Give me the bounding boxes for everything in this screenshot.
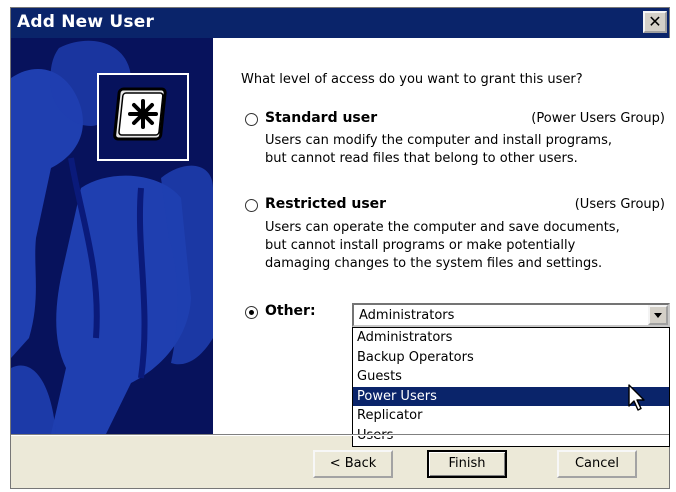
wizard-logo <box>97 73 189 161</box>
group-combobox[interactable]: Administrators <box>352 303 670 327</box>
other-radio[interactable] <box>245 306 258 319</box>
dropdown-option[interactable]: Administrators <box>353 328 669 348</box>
restricted-user-desc-line: but cannot install programs or make pote… <box>265 238 576 253</box>
chevron-down-icon <box>654 313 662 318</box>
dropdown-option[interactable]: Guests <box>353 367 669 387</box>
finish-button[interactable]: Finish <box>427 450 507 478</box>
window-title: Add New User <box>17 12 155 32</box>
add-new-user-dialog: Add New User ✕ What level of access do y… <box>10 7 671 489</box>
footer-separator <box>11 434 669 436</box>
combobox-dropdown-button[interactable] <box>648 305 668 325</box>
group-dropdown-list[interactable]: Administrators Backup Operators Guests P… <box>352 327 670 447</box>
standard-user-group: (Power Users Group) <box>531 111 665 126</box>
restricted-user-desc-line: Users can operate the computer and save … <box>265 220 620 235</box>
restricted-user-description: Users can operate the computer and save … <box>265 219 620 273</box>
standard-user-radio[interactable] <box>245 113 258 126</box>
standard-user-desc-line: Users can modify the computer and instal… <box>265 133 613 148</box>
title-bar[interactable]: Add New User ✕ <box>11 8 669 38</box>
dropdown-option-highlighted[interactable]: Power Users <box>353 386 669 406</box>
restricted-user-label[interactable]: Restricted user <box>265 196 386 212</box>
standard-user-desc-line: but cannot read files that belong to oth… <box>265 151 578 166</box>
group-combobox-value: Administrators <box>359 308 455 323</box>
dropdown-option[interactable]: Backup Operators <box>353 348 669 368</box>
access-question: What level of access do you want to gran… <box>241 72 583 87</box>
restricted-user-radio[interactable] <box>245 199 258 212</box>
close-button[interactable]: ✕ <box>643 11 667 33</box>
restricted-user-group: (Users Group) <box>574 197 665 212</box>
cancel-button[interactable]: Cancel <box>557 450 637 478</box>
restricted-user-desc-line: damaging changes to the system files and… <box>265 256 603 271</box>
wizard-content: What level of access do you want to gran… <box>213 38 671 447</box>
standard-user-description: Users can modify the computer and instal… <box>265 132 612 168</box>
back-button[interactable]: < Back <box>313 450 393 478</box>
dropdown-option[interactable]: Replicator <box>353 406 669 426</box>
close-icon: ✕ <box>648 12 662 31</box>
standard-user-label[interactable]: Standard user <box>265 110 377 126</box>
other-label[interactable]: Other: <box>265 303 316 319</box>
side-banner <box>11 38 213 434</box>
mouse-cursor-icon <box>628 384 645 411</box>
users-wizard-logo-icon <box>113 87 167 141</box>
